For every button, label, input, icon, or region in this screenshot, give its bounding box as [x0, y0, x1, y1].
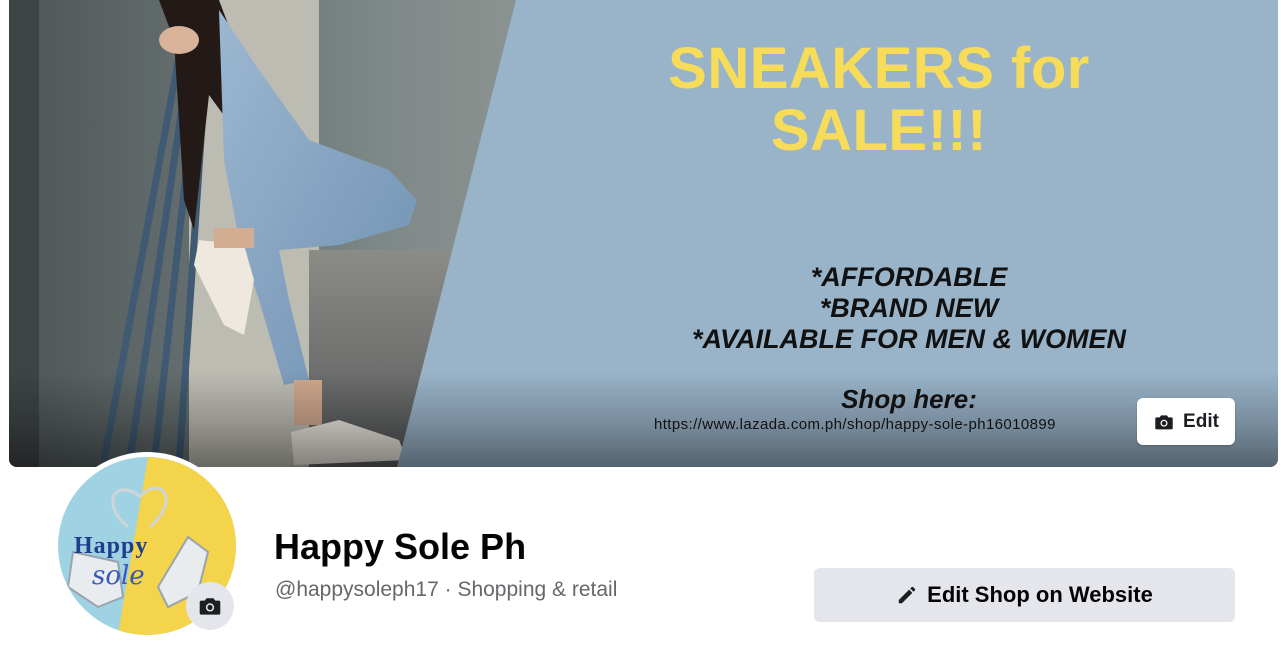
- edit-cover-label: Edit: [1183, 410, 1219, 432]
- page-subtitle: @happysoleph17 · Shopping & retail: [275, 578, 618, 601]
- avatar-text-sole: sole: [92, 561, 145, 591]
- camera-icon: [1155, 414, 1173, 429]
- page-title: Happy Sole Ph: [274, 526, 527, 567]
- feature-affordable: *AFFORDABLE: [810, 262, 1008, 292]
- cover-features: *AFFORDABLE *BRAND NEW *AVAILABLE FOR ME…: [569, 262, 1249, 355]
- cover-headline: SNEAKERS for SALE!!!: [629, 38, 1129, 162]
- headline-line-2: SALE!!!: [770, 98, 988, 163]
- feature-available: *AVAILABLE FOR MEN & WOMEN: [692, 324, 1126, 354]
- camera-icon: [199, 598, 221, 615]
- edit-shop-label: Edit Shop on Website: [927, 582, 1153, 607]
- edit-shop-button[interactable]: Edit Shop on Website: [814, 568, 1235, 622]
- edit-cover-button[interactable]: Edit: [1137, 398, 1235, 445]
- feature-brand-new: *BRAND NEW: [819, 293, 999, 323]
- avatar-text-happy: Happy: [74, 533, 149, 559]
- shop-here-label: Shop here:: [841, 384, 977, 414]
- cover-photo[interactable]: SNEAKERS for SALE!!! *AFFORDABLE *BRAND …: [9, 0, 1278, 467]
- edit-profile-picture-button[interactable]: [186, 582, 234, 630]
- headline-line-1: SNEAKERS for: [668, 36, 1090, 101]
- shop-url-text: https://www.lazada.com.ph/shop/happy-sol…: [654, 416, 1056, 433]
- pencil-icon: [898, 586, 916, 604]
